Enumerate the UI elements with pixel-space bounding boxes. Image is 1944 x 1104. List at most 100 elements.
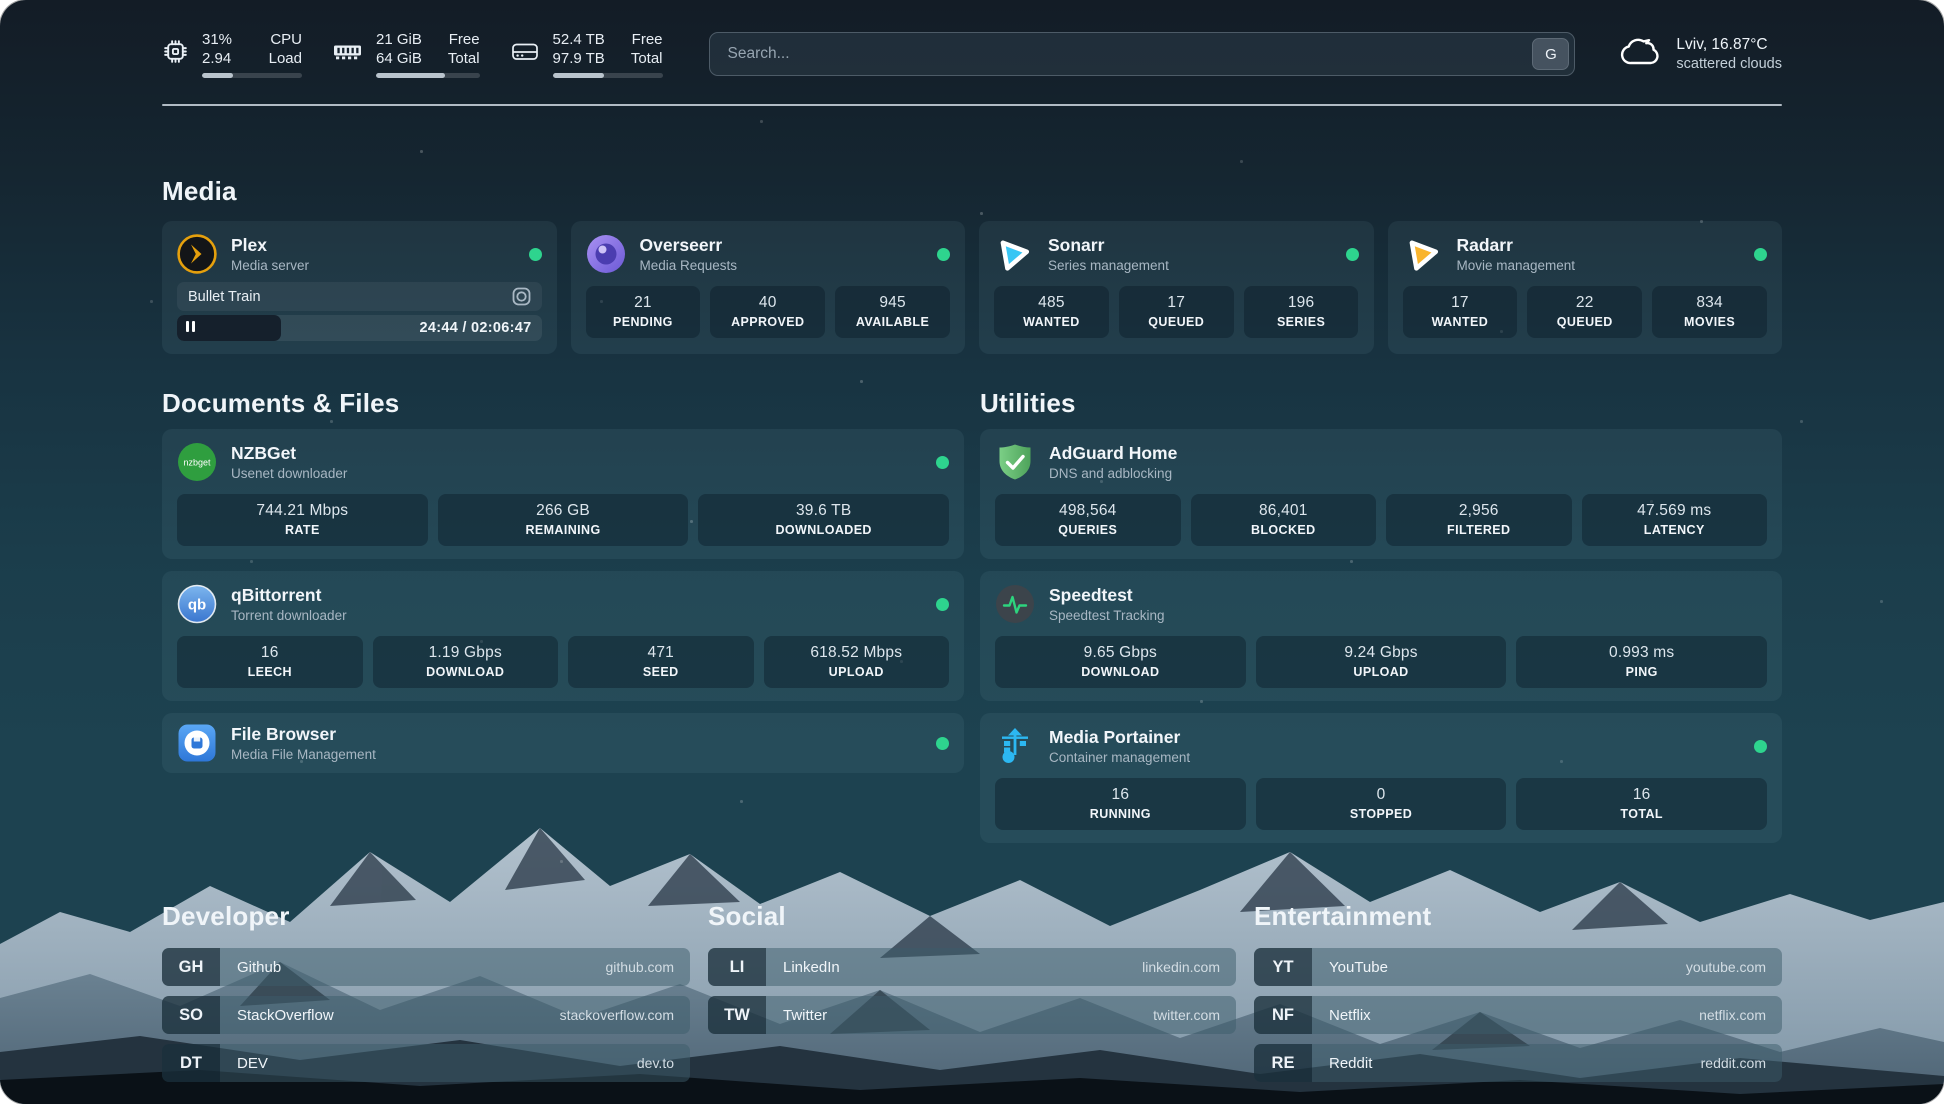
search-provider-button[interactable]: G [1532,38,1569,70]
stat-total: 16 TOTAL [1516,778,1767,830]
service-card-nzbget[interactable]: nzbget NZBGet Usenet downloader 74 [162,429,964,559]
bookmark-abbr: RE [1254,1044,1312,1082]
status-dot [1754,248,1767,261]
status-dot [936,456,949,469]
adguard-icon [995,442,1035,482]
stat-queued: 17 QUEUED [1119,286,1234,338]
topbar-divider [162,104,1782,106]
homepage-dashboard: 31% CPU 2.94 Load [0,0,1944,1104]
bookmark-linkedin[interactable]: LI LinkedIn linkedin.com [708,948,1236,986]
stat-pending: 21 PENDING [586,286,701,338]
section-title-documents: Documents & Files [162,388,964,419]
bookmark-url: twitter.com [1153,1007,1220,1023]
disk-total-label: Total [631,49,663,68]
stat-download: 1.19 Gbps DOWNLOAD [373,636,559,688]
weather-widget: Lviv, 16.87°C scattered clouds [1619,34,1782,75]
bookmark-abbr: NF [1254,996,1312,1034]
status-dot [937,248,950,261]
status-dot [936,737,949,750]
playback-time: 24:44 / 02:06:47 [419,320,531,336]
service-name: Radarr [1457,235,1576,255]
status-dot [1754,740,1767,753]
service-card-portainer[interactable]: Media Portainer Container management 16 … [980,713,1782,843]
bookmark-abbr: GH [162,948,220,986]
bookmark-twitter[interactable]: TW Twitter twitter.com [708,996,1236,1034]
section-title-utilities: Utilities [980,388,1782,419]
bookmark-dev[interactable]: DT DEV dev.to [162,1044,690,1082]
cpu-progress-bar [202,73,302,78]
section-entertainment: Entertainment YT YouTube youtube.com NF … [1254,901,1782,1082]
disk-free-label: Free [631,30,663,49]
service-card-filebrowser[interactable]: File Browser Media File Management [162,713,964,773]
service-name: Sonarr [1048,235,1169,255]
disk-progress-bar [553,73,663,78]
stat-wanted: 17 WANTED [1403,286,1518,338]
stat-stopped: 0 STOPPED [1256,778,1507,830]
cpu-icon [162,38,189,70]
bookmark-github[interactable]: GH Github github.com [162,948,690,986]
stat-wanted: 485 WANTED [994,286,1109,338]
service-card-adguard[interactable]: AdGuard Home DNS and adblocking 498,564 … [980,429,1782,559]
service-name: Overseerr [640,235,738,255]
stat-upload: 9.24 Gbps UPLOAD [1256,636,1507,688]
section-title-developer: Developer [162,901,690,932]
service-card-overseerr[interactable]: Overseerr Media Requests 21 PENDING 40 A… [571,221,966,354]
plex-now-playing: Bullet Train [177,282,542,341]
disk-free-value: 52.4 TB [553,30,605,49]
memory-total-value: 64 GiB [376,49,422,68]
service-card-plex[interactable]: Plex Media server Bullet Train [162,221,557,354]
plex-icon [177,234,217,274]
search-input[interactable] [726,44,1533,64]
stat-remaining: 266 GB REMAINING [438,494,689,546]
service-card-radarr[interactable]: Radarr Movie management 17 WANTED 22 QUE… [1388,221,1783,354]
cpu-load-label: Load [263,49,302,68]
stat-filtered: 2,956 FILTERED [1386,494,1572,546]
memory-progress-bar [376,73,480,78]
pause-icon [186,319,198,337]
stat-approved: 40 APPROVED [710,286,825,338]
svg-text:nzbget: nzbget [183,458,211,468]
stat-available: 945 AVAILABLE [835,286,950,338]
service-card-speedtest[interactable]: Speedtest Speedtest Tracking 9.65 Gbps D… [980,571,1782,701]
overseerr-icon [586,234,626,274]
bookmark-url: youtube.com [1686,959,1766,975]
camera-icon [512,287,531,306]
service-description: Series management [1048,258,1169,273]
service-card-sonarr[interactable]: Sonarr Series management 485 WANTED 17 Q… [979,221,1374,354]
bookmark-name: LinkedIn [783,959,840,976]
memory-free-label: Free [448,30,480,49]
bookmark-reddit[interactable]: RE Reddit reddit.com [1254,1044,1782,1082]
service-description: Container management [1049,750,1190,765]
bookmark-youtube[interactable]: YT YouTube youtube.com [1254,948,1782,986]
memory-widget: 21 GiB Free 64 GiB Total [332,30,480,78]
weather-location-temp: Lviv, 16.87°C [1676,36,1782,54]
cpu-widget: 31% CPU 2.94 Load [162,30,302,78]
service-name: File Browser [231,724,376,744]
section-title-media: Media [162,176,1782,207]
stat-ping: 0.993 ms PING [1516,636,1767,688]
cloud-icon [1619,34,1663,75]
stat-blocked: 86,401 BLOCKED [1191,494,1377,546]
search-bar: G [709,32,1576,76]
section-title-social: Social [708,901,1236,932]
stat-upload: 618.52 Mbps UPLOAD [764,636,950,688]
stat-series: 196 SERIES [1244,286,1359,338]
stat-rate: 744.21 Mbps RATE [177,494,428,546]
portainer-icon [995,726,1035,766]
disk-icon [510,39,540,70]
sonarr-icon [994,234,1034,274]
service-description: DNS and adblocking [1049,466,1177,481]
speedtest-icon [995,584,1035,624]
bookmark-netflix[interactable]: NF Netflix netflix.com [1254,996,1782,1034]
section-media: Media Plex Media server [162,176,1782,354]
bookmark-name: Netflix [1329,1007,1371,1024]
service-card-qbittorrent[interactable]: qb qBittorrent Torrent downloader [162,571,964,701]
playback-progress-bar: 24:44 / 02:06:47 [177,315,542,341]
qbittorrent-icon: qb [177,584,217,624]
bookmark-stackoverflow[interactable]: SO StackOverflow stackoverflow.com [162,996,690,1034]
service-name: NZBGet [231,443,347,463]
stat-seed: 471 SEED [568,636,754,688]
section-developer: Developer GH Github github.com SO StackO… [162,901,690,1082]
service-description: Speedtest Tracking [1049,608,1165,623]
status-dot [529,248,542,261]
